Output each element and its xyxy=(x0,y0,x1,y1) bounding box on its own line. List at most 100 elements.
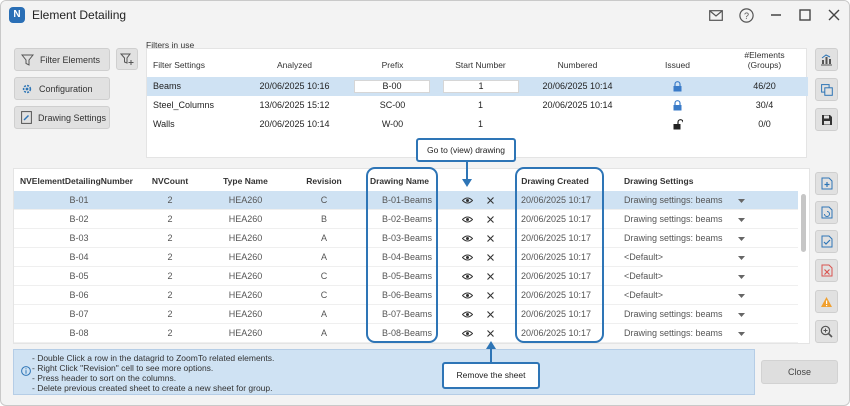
cell-revision[interactable]: A xyxy=(294,324,354,343)
settings-dropdown-button[interactable] xyxy=(738,267,745,286)
settings-dropdown-button[interactable] xyxy=(738,229,745,248)
settings-dropdown-button[interactable] xyxy=(738,210,745,229)
warning-button[interactable] xyxy=(815,290,838,313)
issued-unlock[interactable] xyxy=(640,115,715,134)
remove-icon xyxy=(487,273,494,281)
col-revision[interactable]: Revision xyxy=(294,172,354,191)
filter-start-number[interactable]: 1 xyxy=(443,115,518,134)
remove-sheet-button[interactable] xyxy=(487,305,497,324)
view-drawing-button[interactable] xyxy=(461,191,474,210)
drawing-settings-button[interactable]: Drawing Settings xyxy=(14,106,110,129)
settings-dropdown-button[interactable] xyxy=(738,286,745,305)
cell-revision[interactable]: A xyxy=(294,248,354,267)
close-window-button[interactable] xyxy=(823,5,845,25)
cell-drawing-settings[interactable]: <Default> xyxy=(624,286,663,305)
cell-drawing-settings[interactable]: Drawing settings: beams xyxy=(624,305,723,324)
remove-sheet-button[interactable] xyxy=(487,286,497,305)
cell-revision[interactable]: C xyxy=(294,267,354,286)
filter-prefix[interactable]: W-00 xyxy=(355,115,430,134)
cell-revision[interactable]: A xyxy=(294,229,354,248)
view-drawing-button[interactable] xyxy=(461,267,474,286)
view-drawing-button[interactable] xyxy=(461,248,474,267)
check-sheet-button[interactable] xyxy=(815,230,838,253)
remove-sheet-button[interactable] xyxy=(487,191,497,210)
remove-sheet-button[interactable] xyxy=(487,229,497,248)
cell-drawing-settings[interactable]: <Default> xyxy=(624,267,663,286)
filters-table-header: Filter Settings Analyzed Prefix Start Nu… xyxy=(147,50,808,77)
issued-lock[interactable] xyxy=(640,96,715,115)
col-issued[interactable]: Issued xyxy=(640,56,715,75)
col-detailing-number[interactable]: NVElementDetailingNumber xyxy=(20,172,133,191)
remove-sheet-button[interactable] xyxy=(487,267,497,286)
cell-drawing-settings[interactable]: Drawing settings: beams xyxy=(624,324,723,343)
mail-button[interactable] xyxy=(705,5,727,25)
settings-dropdown-button[interactable] xyxy=(738,324,745,343)
create-sheet-button[interactable] xyxy=(815,172,838,195)
add-filter-button[interactable] xyxy=(116,48,138,70)
filter-prefix[interactable]: SC-00 xyxy=(355,96,430,115)
save-button[interactable] xyxy=(815,108,838,131)
cell-revision[interactable]: A xyxy=(294,305,354,324)
cell-revision[interactable]: C xyxy=(294,286,354,305)
configuration-button[interactable]: Configuration xyxy=(14,77,110,100)
help-button[interactable]: ? xyxy=(735,5,757,25)
view-drawing-button[interactable] xyxy=(461,305,474,324)
col-analyzed[interactable]: Analyzed xyxy=(257,56,332,75)
cell-revision[interactable]: C xyxy=(294,191,354,210)
remove-sheet-button[interactable] xyxy=(487,248,497,267)
filter-elements-count: 30/4 xyxy=(755,100,774,110)
grid-scrollbar-thumb[interactable] xyxy=(801,194,806,252)
close-button[interactable]: Close xyxy=(761,360,838,384)
refresh-sheet-button[interactable] xyxy=(815,201,838,224)
cell-count: 2 xyxy=(167,271,173,281)
filter-row[interactable]: Beams 20/06/2025 10:16 B-00 1 20/06/2025… xyxy=(147,77,808,96)
col-type-name[interactable]: Type Name xyxy=(213,172,278,191)
col-prefix[interactable]: Prefix xyxy=(355,56,430,75)
lock-icon xyxy=(673,81,682,92)
eye-icon xyxy=(461,197,474,204)
maximize-button[interactable] xyxy=(794,5,816,25)
col-count[interactable]: NVCount xyxy=(140,172,200,191)
chart-button[interactable] xyxy=(815,48,838,71)
filter-row[interactable]: Walls 20/06/2025 10:14 W-00 1 0/0 xyxy=(147,115,808,134)
col-drawing-settings[interactable]: Drawing Settings xyxy=(624,172,693,191)
cell-drawing-settings[interactable]: Drawing settings: beams xyxy=(624,210,723,229)
cell-revision[interactable]: B xyxy=(294,210,354,229)
filter-start-number[interactable]: 1 xyxy=(443,96,518,115)
minimize-button[interactable] xyxy=(765,5,787,25)
settings-dropdown-button[interactable] xyxy=(738,248,745,267)
issued-lock[interactable] xyxy=(640,77,715,96)
zoom-button[interactable] xyxy=(815,320,838,343)
remove-icon xyxy=(487,216,494,224)
view-drawing-button[interactable] xyxy=(461,286,474,305)
view-drawing-button[interactable] xyxy=(461,210,474,229)
view-drawing-button[interactable] xyxy=(461,229,474,248)
view-drawing-button[interactable] xyxy=(461,324,474,343)
drawing-settings-label: Drawing Settings xyxy=(38,112,107,123)
cell-drawing-settings[interactable]: Drawing settings: beams xyxy=(624,191,723,210)
grid-scrollbar[interactable] xyxy=(799,191,809,343)
cell-type: HEA260 xyxy=(228,195,263,205)
cell-count: 2 xyxy=(167,252,173,262)
filter-row[interactable]: Steel_Columns 13/06/2025 15:12 SC-00 1 2… xyxy=(147,96,808,115)
settings-dropdown-button[interactable] xyxy=(738,305,745,324)
delete-sheet-button[interactable] xyxy=(815,259,838,282)
copy-button[interactable] xyxy=(815,78,838,101)
col-elements[interactable]: #Elements (Groups) xyxy=(727,50,802,70)
col-filter-settings[interactable]: Filter Settings xyxy=(153,56,205,75)
help-icon: ? xyxy=(738,7,754,23)
col-numbered[interactable]: Numbered xyxy=(540,56,615,75)
app-logo: N xyxy=(9,7,25,23)
remove-sheet-callout: Remove the sheet xyxy=(442,362,540,389)
chevron-down-icon xyxy=(738,293,745,298)
start-number-input[interactable]: 1 xyxy=(443,80,519,93)
cell-drawing-settings[interactable]: Drawing settings: beams xyxy=(624,229,723,248)
col-start-number[interactable]: Start Number xyxy=(443,56,518,75)
settings-dropdown-button[interactable] xyxy=(738,191,745,210)
remove-sheet-button[interactable] xyxy=(487,210,497,229)
cell-drawing-settings[interactable]: <Default> xyxy=(624,248,663,267)
chevron-down-icon xyxy=(738,331,745,336)
element-detailing-window: N Element Detailing ? Filter Elements Co… xyxy=(0,0,850,406)
prefix-input[interactable]: B-00 xyxy=(354,80,430,93)
filter-elements-button[interactable]: Filter Elements xyxy=(14,48,110,71)
